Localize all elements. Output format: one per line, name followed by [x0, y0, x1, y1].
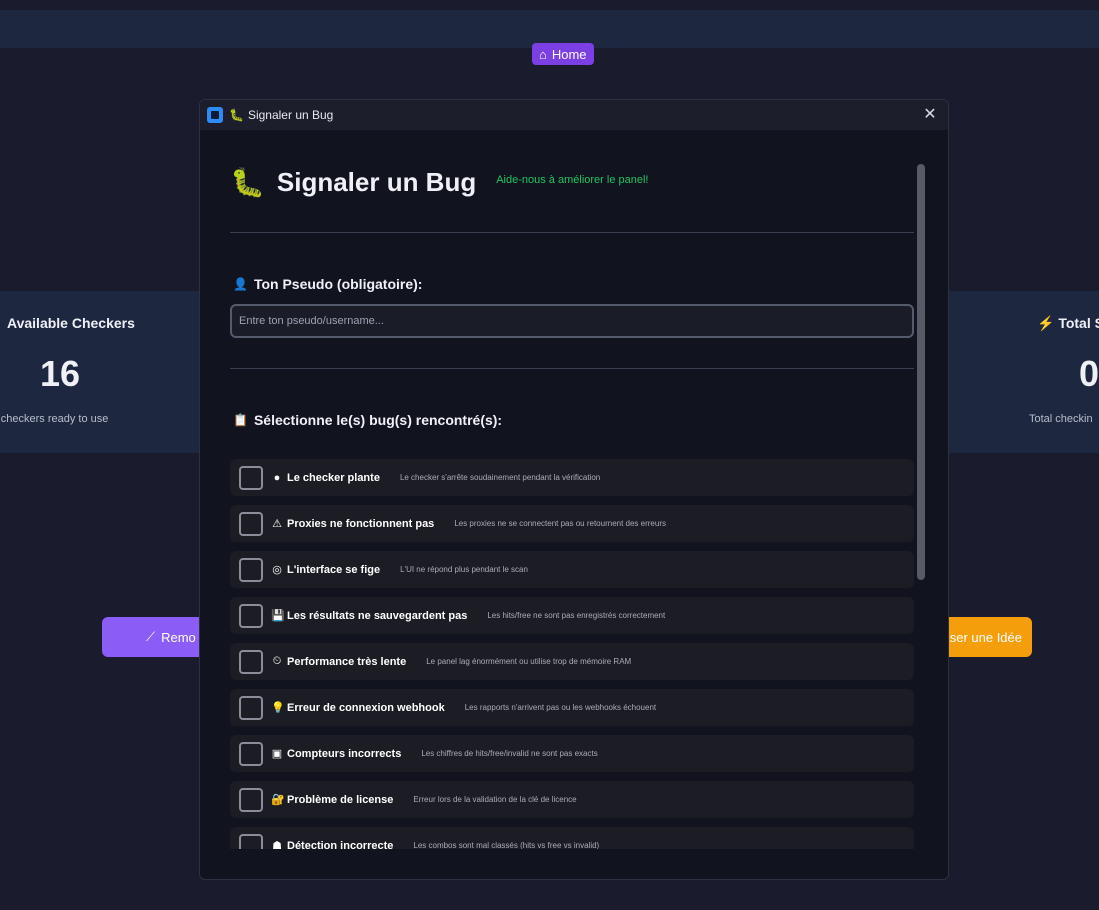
window-title: Signaler un Bug [247, 108, 334, 122]
bug-checkbox[interactable] [239, 649, 263, 674]
bug-title: Proxies ne fonctionnent pas [287, 517, 435, 530]
freeze-icon: ◎ [272, 564, 282, 576]
card-value: 0 [1079, 353, 1099, 394]
bug-checkbox[interactable] [239, 557, 263, 582]
bug-icon: 🐛 [229, 108, 244, 122]
user-icon: 👤 [233, 277, 248, 291]
divider [230, 368, 914, 369]
home-button-label: Home [551, 46, 587, 62]
lock-icon: 🔐 [271, 794, 285, 806]
bug-title: L'interface se fige [287, 563, 381, 576]
warning-icon: ⚠ [272, 518, 282, 530]
bug-report-dialog: 🐛 Signaler un Bug ✕ 🐛 Signaler un Bug Ai… [199, 99, 949, 880]
bug-option-detection[interactable]: ☗ Détection incorrecte Les combos sont m… [230, 827, 914, 849]
remove-button-label: Remo [161, 629, 196, 645]
bug-title: Le checker plante [287, 471, 380, 484]
close-icon[interactable]: ✕ [920, 105, 940, 125]
dialog-header: 🐛 Signaler un Bug Aide-nous à améliorer … [230, 166, 648, 199]
dialog-content: 🐛 Signaler un Bug Aide-nous à améliorer … [200, 130, 948, 849]
app-icon [207, 107, 223, 123]
pseudo-input[interactable] [230, 304, 914, 338]
bug-list: ● Le checker plante Le checker s'arrête … [230, 459, 914, 849]
bug-option-webhook[interactable]: 💡 Erreur de connexion webhook Les rappor… [230, 689, 914, 726]
dialog-heading: Signaler un Bug [276, 167, 477, 197]
bug-description: Les hits/free ne sont pas enregistrés co… [487, 611, 666, 620]
card-value: 16 [40, 353, 81, 394]
bug-description: L'UI ne répond plus pendant le scan [400, 565, 528, 574]
bug-title: Compteurs incorrects [287, 747, 402, 760]
bug-description: Les proxies ne se connectent pas ou reto… [454, 519, 666, 528]
clipboard-icon: 📋 [233, 413, 248, 427]
bug-option-checker-crash[interactable]: ● Le checker plante Le checker s'arrête … [230, 459, 914, 496]
bug-description: Les combos sont mal classés (hits vs fre… [413, 841, 600, 849]
home-button[interactable]: ⌂ Home [532, 43, 594, 65]
bugs-label: 📋 Sélectionne le(s) bug(s) rencontré(s): [233, 412, 502, 428]
bug-option-license[interactable]: 🔐 Problème de license Erreur lors de la … [230, 781, 914, 818]
card-title-text: Total S [1058, 315, 1099, 331]
lightbulb-icon: 💡 [271, 702, 285, 714]
target-icon: ☗ [272, 840, 282, 849]
bug-checkbox[interactable] [239, 511, 263, 536]
bug-description: Les rapports n'arrivent pas ou les webho… [464, 703, 657, 712]
counter-icon: ▣ [271, 748, 283, 760]
scrollbar-thumb[interactable] [917, 164, 925, 580]
dialog-subheading: Aide-nous à améliorer le panel! [496, 173, 649, 186]
bug-title: Performance très lente [287, 655, 407, 668]
bug-title: Problème de license [287, 793, 394, 806]
bug-description: Les chiffres de hits/free/invalid ne son… [421, 749, 598, 758]
home-icon: ⌂ [539, 46, 547, 62]
bug-description: Le checker s'arrête soudainement pendant… [399, 473, 601, 482]
card-title: ⚡ Total S [1037, 315, 1099, 332]
bug-title: Erreur de connexion webhook [287, 701, 445, 714]
broom-icon: ⟋ [146, 629, 156, 644]
lightning-icon: ⚡ [1037, 315, 1055, 331]
bug-description: Erreur lors de la validation de la clé d… [413, 795, 577, 804]
bug-checkbox[interactable] [239, 741, 263, 766]
floppy-disk-icon: 💾 [271, 610, 285, 622]
bug-checkbox[interactable] [239, 695, 263, 720]
available-checkers-card: Available Checkers 16 otal checkers read… [0, 291, 200, 453]
pseudo-label-text: Ton Pseudo (obligatoire): [253, 276, 423, 292]
pseudo-label: 👤 Ton Pseudo (obligatoire): [233, 276, 422, 292]
timer-icon: ⏲ [272, 655, 282, 667]
bug-title: Les résultats ne sauvegardent pas [287, 609, 468, 622]
remove-button[interactable]: ⟋ Remo [102, 617, 212, 657]
bug-checkbox[interactable] [239, 787, 263, 812]
card-subtitle: otal checkers ready to use [0, 413, 109, 425]
bug-option-proxies[interactable]: ⚠ Proxies ne fonctionnent pas Les proxie… [230, 505, 914, 542]
bug-description: Le panel lag énormément ou utilise trop … [426, 657, 632, 666]
bugs-label-text: Sélectionne le(s) bug(s) rencontré(s): [253, 412, 503, 428]
dialog-titlebar[interactable]: 🐛 Signaler un Bug ✕ [200, 100, 948, 130]
card-title: Available Checkers [7, 315, 135, 331]
bug-title: Détection incorrecte [287, 839, 394, 850]
bug-checkbox[interactable] [239, 603, 263, 628]
bug-checkbox[interactable] [239, 465, 263, 490]
bug-option-performance[interactable]: ⏲ Performance très lente Le panel lag én… [230, 643, 914, 680]
divider [230, 232, 914, 233]
card-subtitle: Total checkin [1029, 413, 1093, 425]
bug-checkbox[interactable] [239, 833, 263, 849]
total-card: ⚡ Total S 0 Total checkin [949, 291, 1099, 453]
bug-option-ui-freeze[interactable]: ◎ L'interface se fige L'UI ne répond plu… [230, 551, 914, 588]
bug-option-results-save[interactable]: 💾 Les résultats ne sauvegardent pas Les … [230, 597, 914, 634]
suggest-idea-label: ser une Idée [949, 629, 1022, 645]
red-circle-icon: ● [273, 471, 281, 484]
bug-option-counters[interactable]: ▣ Compteurs incorrects Les chiffres de h… [230, 735, 914, 772]
bug-icon: 🐛 [230, 167, 265, 198]
